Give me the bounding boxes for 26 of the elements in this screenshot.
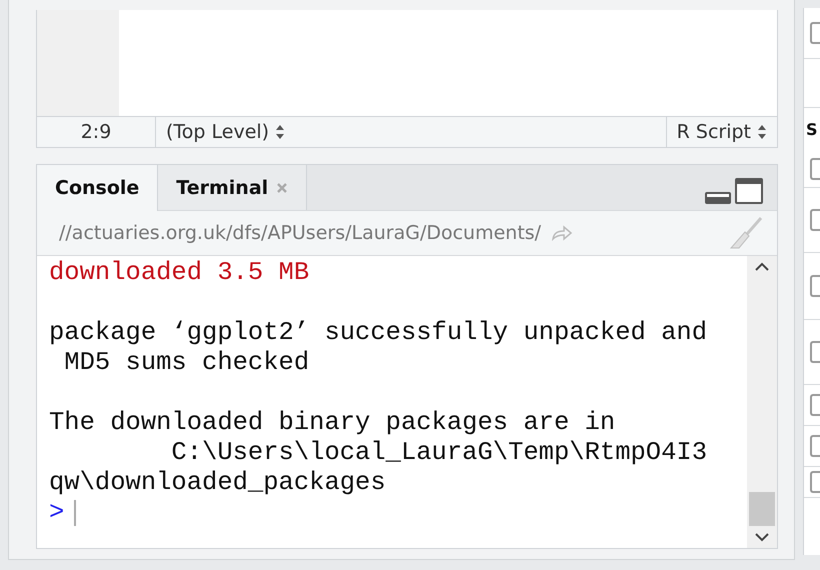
panel-heading: S (805, 120, 818, 138)
working-directory: //actuaries.org.uk/dfs/APUsers/LauraG/Documents/ (59, 222, 542, 244)
broom-icon[interactable] (729, 216, 763, 250)
console-prompt: > (49, 498, 64, 528)
scroll-down-icon[interactable] (755, 532, 769, 542)
scrollbar[interactable] (747, 256, 777, 548)
minimize-icon[interactable] (705, 192, 731, 204)
scroll-up-icon[interactable] (755, 262, 769, 272)
console-output: MD5 sums checked (63, 348, 310, 378)
console-message: downloaded 3.5 MB (49, 258, 310, 288)
scope-selector[interactable]: (Top Level) (155, 117, 666, 147)
pane-tab[interactable]: Terminal (158, 165, 308, 210)
updown-icon (757, 124, 767, 140)
text-cursor (74, 500, 76, 526)
pane-tab[interactable]: Console (37, 165, 158, 211)
console-output: package ‘ggplot2’ successfully unpacked and (49, 318, 708, 348)
updown-icon (275, 124, 286, 140)
file-type-selector[interactable]: R Script (666, 117, 777, 147)
scroll-thumb[interactable] (749, 492, 775, 526)
cursor-position: 2:9 (80, 121, 112, 143)
console-output: qw\downloaded_packages (49, 468, 387, 498)
close-icon[interactable] (276, 182, 288, 194)
go-to-directory-icon[interactable] (551, 225, 574, 241)
console-output: C:\Users\local_LauraG\Temp\RtmpO4I3 (170, 438, 708, 468)
maximize-icon[interactable] (735, 178, 763, 204)
console-output: The downloaded binary packages are in (49, 408, 616, 438)
